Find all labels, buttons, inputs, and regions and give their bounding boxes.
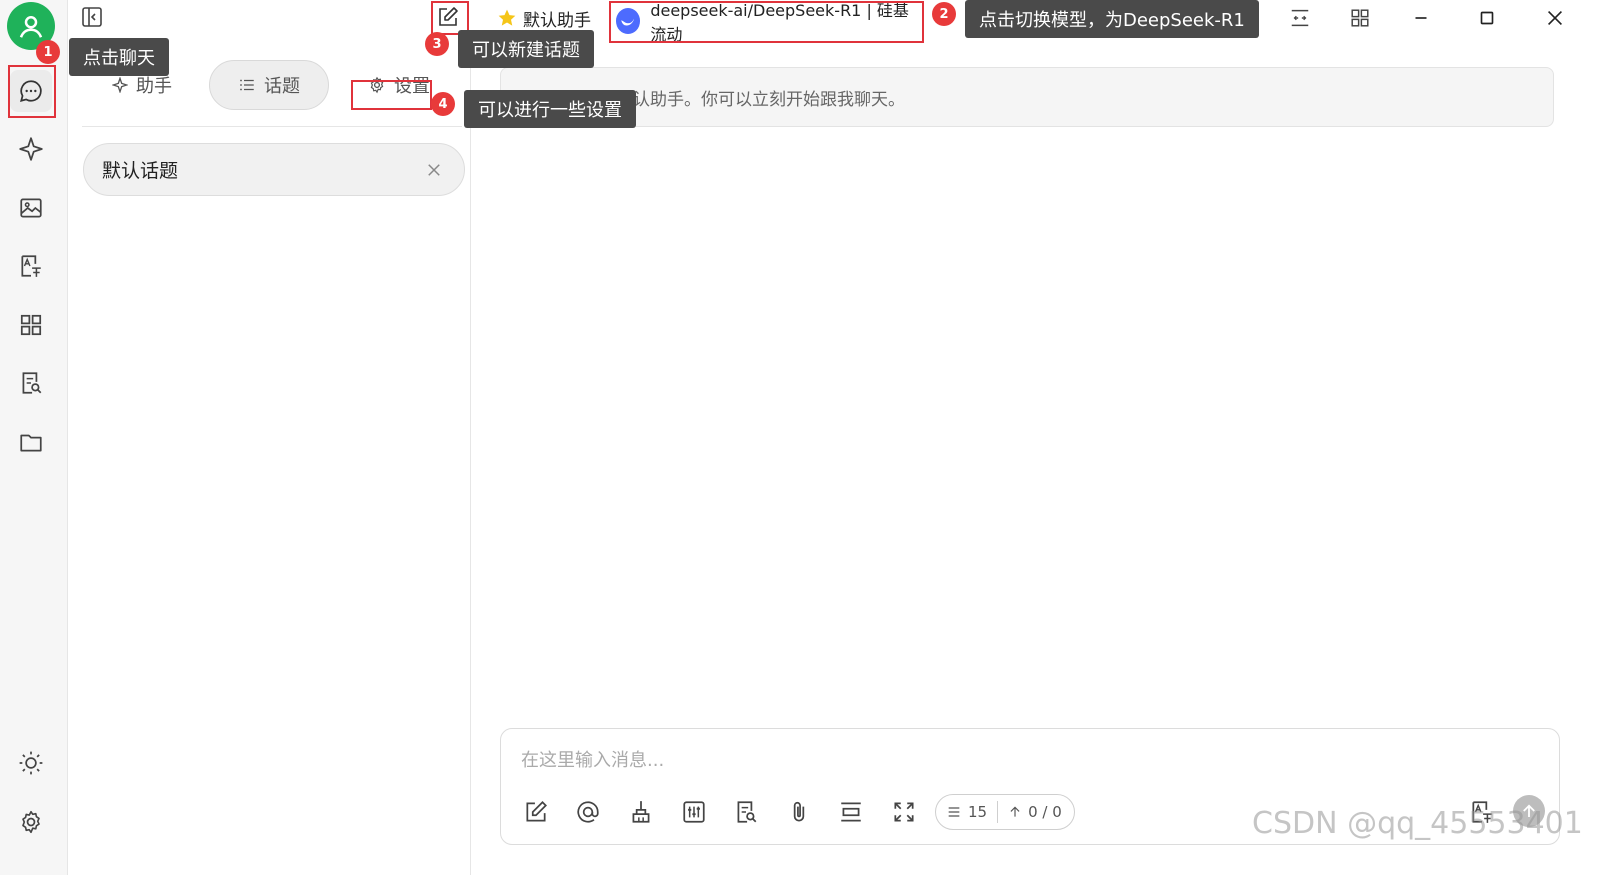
sparkle-icon <box>112 77 128 93</box>
grid-icon <box>1351 9 1369 27</box>
user-icon <box>19 16 43 38</box>
list-icon <box>240 79 254 91</box>
tab-settings-label: 设置 <box>394 76 430 97</box>
message-input[interactable] <box>521 745 1421 775</box>
edit-icon <box>526 801 547 822</box>
minimize-icon <box>1415 17 1427 19</box>
tab-divider <box>82 126 462 127</box>
close-icon <box>1547 10 1563 26</box>
icon-rail <box>0 0 68 875</box>
translate-icon <box>21 255 41 277</box>
paperclip-icon <box>793 801 805 822</box>
app-window: 默认助手 deepseek-ai/DeepSeek-R1 | 硅基流动 助手 话… <box>0 0 1607 875</box>
badge-1: 1 <box>36 40 60 64</box>
mention-model-button[interactable] <box>571 795 605 829</box>
close-window-button[interactable] <box>1540 4 1570 32</box>
minapps-button[interactable] <box>1345 4 1375 32</box>
at-icon <box>577 801 599 823</box>
token-count-value: 0 / 0 <box>1028 803 1062 821</box>
chat-bubble-icon <box>20 80 42 102</box>
arrow-up-icon <box>1010 806 1020 817</box>
fullscreen-icon <box>894 802 914 822</box>
badge-3: 3 <box>425 32 449 56</box>
grid-icon <box>20 314 42 336</box>
new-topic-button[interactable] <box>433 2 463 32</box>
apps-nav-button[interactable] <box>10 304 52 346</box>
sliders-icon <box>683 801 705 823</box>
settings-nav-button[interactable] <box>10 801 52 843</box>
sun-icon <box>19 751 43 775</box>
tab-topics[interactable]: 话题 <box>209 60 329 110</box>
toggle-sidebar-button[interactable] <box>77 2 107 32</box>
folder-icon <box>20 434 42 452</box>
model-settings-button[interactable] <box>677 795 711 829</box>
model-label: deepseek-ai/DeepSeek-R1 | 硅基流动 <box>650 1 909 44</box>
tip-chat: 点击聊天 <box>69 38 169 76</box>
theme-toggle-button[interactable] <box>10 742 52 784</box>
minimize-button[interactable] <box>1406 4 1436 32</box>
badge-2: 2 <box>932 2 956 26</box>
deepseek-logo-icon <box>616 8 641 34</box>
chat-nav-button[interactable] <box>10 70 52 112</box>
knowledge-nav-button[interactable] <box>10 362 52 404</box>
line-height-icon <box>841 802 861 822</box>
list-icon <box>948 807 960 817</box>
badge-4: 4 <box>431 92 455 116</box>
knowledge-base-button[interactable] <box>729 795 763 829</box>
model-selector[interactable]: deepseek-ai/DeepSeek-R1 | 硅基流动 <box>612 1 922 44</box>
edit-icon <box>439 7 458 26</box>
topic-item[interactable]: 默认话题 <box>83 143 465 196</box>
close-icon <box>428 164 440 176</box>
tip-switch-model: 点击切换模型，为DeepSeek-R1 <box>965 0 1259 38</box>
expand-width-icon <box>1291 9 1309 27</box>
tab-topics-label: 话题 <box>264 76 300 97</box>
files-nav-button[interactable] <box>10 421 52 463</box>
agents-nav-button[interactable] <box>10 128 52 170</box>
maximize-button[interactable] <box>1472 4 1502 32</box>
sparkle-icon <box>19 137 43 161</box>
gear-icon <box>370 76 384 94</box>
assistant-name-label: 默认助手 <box>523 10 591 31</box>
image-icon <box>20 198 42 218</box>
current-assistant[interactable]: 默认助手 <box>497 5 591 31</box>
expand-input-button[interactable] <box>834 795 868 829</box>
translate-nav-button[interactable] <box>10 245 52 287</box>
document-search-icon <box>737 801 757 823</box>
context-count: 15 <box>936 795 997 829</box>
topic-title: 默认话题 <box>102 160 179 182</box>
gear-icon <box>22 810 40 834</box>
document-search-icon <box>22 372 42 394</box>
clear-context-button[interactable] <box>624 795 658 829</box>
welcome-message: 你好，我是默认助手。你可以立刻开始跟我聊天。 <box>500 67 1554 127</box>
attach-file-button[interactable] <box>782 795 816 829</box>
image-nav-button[interactable] <box>10 187 52 229</box>
topic-close-button[interactable] <box>422 158 446 182</box>
sidebar-collapse-icon <box>82 7 102 27</box>
maximize-icon <box>1480 11 1494 25</box>
topics-panel: 助手 话题 设置 默认话题 <box>68 46 471 875</box>
narrow-mode-button[interactable] <box>1285 4 1315 32</box>
tip-new-topic: 可以新建话题 <box>458 30 594 68</box>
tip-settings: 可以进行一些设置 <box>464 90 636 128</box>
token-count: 0 / 0 <box>998 795 1072 829</box>
context-count-value: 15 <box>968 803 988 821</box>
fullscreen-button[interactable] <box>887 795 921 829</box>
new-topic-tool-button[interactable] <box>519 795 553 829</box>
watermark: CSDN @qq_45553401 <box>1252 806 1583 841</box>
context-token-counter[interactable]: 15 0 / 0 <box>935 794 1075 830</box>
star-icon <box>498 9 516 26</box>
broom-icon <box>632 801 650 823</box>
